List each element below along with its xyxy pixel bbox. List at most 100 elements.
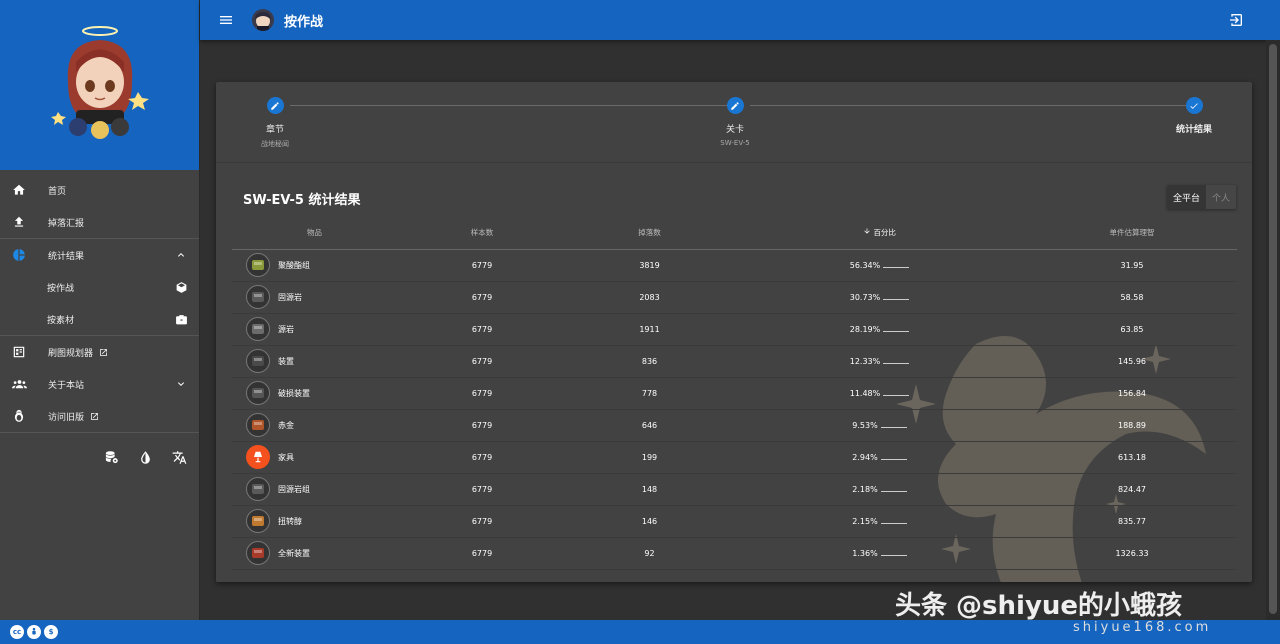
item-wrap: 聚酸酯组 bbox=[246, 253, 397, 277]
col-percent[interactable]: 百分比 bbox=[732, 217, 1027, 250]
item-wrap: 固源岩组 bbox=[246, 477, 397, 501]
results-panel: SW-EV-5 统计结果 全平台 个人 物品 样本数 掉落数 百分比 单件估算理… bbox=[216, 164, 1252, 582]
step-stage[interactable]: 关卡 SW-EV-5 bbox=[690, 97, 780, 147]
sidebar-item-stats[interactable]: 统计结果 bbox=[0, 239, 199, 271]
sanity-cell: 156.84 bbox=[1027, 377, 1237, 410]
item-cell[interactable]: 聚酸酯组 bbox=[232, 249, 397, 282]
percent-bar bbox=[883, 298, 910, 300]
samples-cell: 6779 bbox=[397, 345, 567, 378]
scrollbar-thumb[interactable] bbox=[1269, 44, 1277, 614]
item-icon bbox=[246, 349, 270, 373]
percent-cell: 2.18% bbox=[732, 473, 1027, 506]
table-row[interactable]: 固源岩组 6779 148 2.18% 824.47 bbox=[232, 473, 1237, 506]
platform-toggle: 全平台 个人 bbox=[1166, 185, 1236, 209]
percent-bar bbox=[880, 554, 907, 556]
samples-cell: 6779 bbox=[397, 313, 567, 346]
drops-cell: 3819 bbox=[567, 249, 732, 282]
scrollbar[interactable] bbox=[1266, 40, 1280, 620]
percent-cell: 2.94% bbox=[732, 441, 1027, 474]
contrast-icon[interactable] bbox=[135, 447, 155, 467]
col-sanity[interactable]: 单件估算理智 bbox=[1027, 217, 1237, 250]
step-chapter[interactable]: 章节 战地秘闻 bbox=[230, 97, 320, 149]
table-row[interactable]: 家具 6779 199 2.94% 613.18 bbox=[232, 441, 1237, 474]
sidebar-item-label: 刷图规划器 bbox=[48, 348, 94, 359]
stepper: 章节 战地秘闻 关卡 SW-EV-5 统计结果 bbox=[216, 82, 1252, 163]
results-title: SW-EV-5 统计结果 bbox=[243, 193, 361, 208]
sanity-cell: 145.96 bbox=[1027, 345, 1237, 378]
item-cell[interactable]: 源岩 bbox=[232, 313, 397, 346]
sort-arrow-down-icon bbox=[863, 228, 873, 237]
drops-cell: 1911 bbox=[567, 313, 732, 346]
table-row[interactable]: 破损装置 6779 778 11.48% 156.84 bbox=[232, 377, 1237, 410]
sidebar-item-label: 按素材 bbox=[47, 315, 75, 326]
item-icon bbox=[246, 477, 270, 501]
sidebar-item-label: 掉落汇报 bbox=[48, 218, 85, 229]
step-sublabel: SW-EV-5 bbox=[720, 139, 750, 147]
item-cell[interactable]: 破损装置 bbox=[232, 377, 397, 410]
item-icon bbox=[246, 317, 270, 341]
table-row[interactable]: 全新装置 6779 92 1.36% 1326.33 bbox=[232, 537, 1237, 570]
table-row[interactable]: 源岩 6779 1911 28.19% 63.85 bbox=[232, 313, 1237, 346]
item-cell[interactable]: 家具 bbox=[232, 441, 397, 474]
sidebar-item-planner[interactable]: 刷图规划器 bbox=[0, 336, 199, 368]
percent-value: 30.73% bbox=[849, 292, 881, 302]
item-name: 破损装置 bbox=[278, 388, 310, 398]
mascot-avatar bbox=[51, 26, 149, 139]
samples-cell: 6779 bbox=[397, 249, 567, 282]
samples-cell: 6779 bbox=[397, 281, 567, 314]
external-link-icon bbox=[90, 412, 99, 421]
percent-cell: 28.19% bbox=[732, 313, 1027, 346]
percent-bar bbox=[883, 266, 910, 268]
item-cell[interactable]: 扭转醇 bbox=[232, 505, 397, 538]
table-row[interactable]: 装置 6779 836 12.33% 145.96 bbox=[232, 345, 1237, 378]
menu-icon[interactable] bbox=[216, 10, 236, 30]
sidebar-item-legacy[interactable]: 访问旧版 bbox=[0, 400, 199, 432]
step-label: 统计结果 bbox=[1175, 125, 1212, 135]
sidebar-item-by-stage[interactable]: 按作战 bbox=[0, 271, 199, 303]
stats-card: 章节 战地秘闻 关卡 SW-EV-5 统计结果 SW-EV-5 统计结果 全平台… bbox=[216, 82, 1252, 582]
sidebar-item-report[interactable]: 掉落汇报 bbox=[0, 206, 199, 238]
col-samples[interactable]: 样本数 bbox=[397, 217, 567, 250]
sidebar-item-home[interactable]: 首页 bbox=[0, 174, 199, 206]
sidebar-item-about[interactable]: 关于本站 bbox=[0, 368, 199, 400]
percent-value: 9.53% bbox=[852, 420, 878, 430]
item-cell[interactable]: 固源岩组 bbox=[232, 473, 397, 506]
percent-bar bbox=[880, 522, 907, 524]
sanity-cell: 63.85 bbox=[1027, 313, 1237, 346]
results-table: 物品 样本数 掉落数 百分比 单件估算理智 聚酸酯组 6779 3819 56.… bbox=[232, 217, 1237, 570]
table-row[interactable]: 赤金 6779 646 9.53% 188.89 bbox=[232, 409, 1237, 442]
sidebar-item-by-material[interactable]: 按素材 bbox=[0, 303, 199, 335]
table-body: 聚酸酯组 6779 3819 56.34% 31.95 固源岩 6779 208… bbox=[232, 249, 1237, 570]
item-name: 源岩 bbox=[278, 324, 294, 334]
item-wrap: 固源岩 bbox=[246, 285, 397, 309]
item-cell[interactable]: 装置 bbox=[232, 345, 397, 378]
item-wrap: 赤金 bbox=[246, 413, 397, 437]
samples-cell: 6779 bbox=[397, 441, 567, 474]
edit-icon bbox=[266, 97, 284, 114]
step-label: 关卡 bbox=[725, 125, 744, 135]
step-results[interactable]: 统计结果 bbox=[1149, 97, 1239, 135]
percent-cell: 11.48% bbox=[732, 377, 1027, 410]
table-row[interactable]: 扭转醇 6779 146 2.15% 835.77 bbox=[232, 505, 1237, 538]
item-cell[interactable]: 全新装置 bbox=[232, 537, 397, 570]
item-icon bbox=[246, 509, 270, 533]
col-drops[interactable]: 掉落数 bbox=[567, 217, 732, 250]
logout-icon[interactable] bbox=[1226, 10, 1246, 30]
toggle-personal[interactable]: 个人 bbox=[1205, 185, 1236, 209]
item-cell[interactable]: 赤金 bbox=[232, 409, 397, 442]
col-item[interactable]: 物品 bbox=[232, 217, 397, 250]
item-cell[interactable]: 固源岩 bbox=[232, 281, 397, 314]
percent-cell: 9.53% bbox=[732, 409, 1027, 442]
samples-cell: 6779 bbox=[397, 377, 567, 410]
table-row[interactable]: 固源岩 6779 2083 30.73% 58.58 bbox=[232, 281, 1237, 314]
translate-icon[interactable] bbox=[169, 447, 189, 467]
database-settings-icon[interactable] bbox=[101, 447, 121, 467]
item-wrap: 破损装置 bbox=[246, 381, 397, 405]
sidebar-item-label: 统计结果 bbox=[48, 251, 85, 262]
toggle-all-platforms[interactable]: 全平台 bbox=[1166, 185, 1206, 209]
percent-wrap: 2.18% bbox=[852, 485, 907, 494]
table-row[interactable]: 聚酸酯组 6779 3819 56.34% 31.95 bbox=[232, 249, 1237, 282]
percent-value: 56.34% bbox=[849, 260, 881, 270]
item-wrap: 家具 bbox=[246, 445, 397, 469]
top-app-bar: 按作战 bbox=[200, 0, 1280, 40]
